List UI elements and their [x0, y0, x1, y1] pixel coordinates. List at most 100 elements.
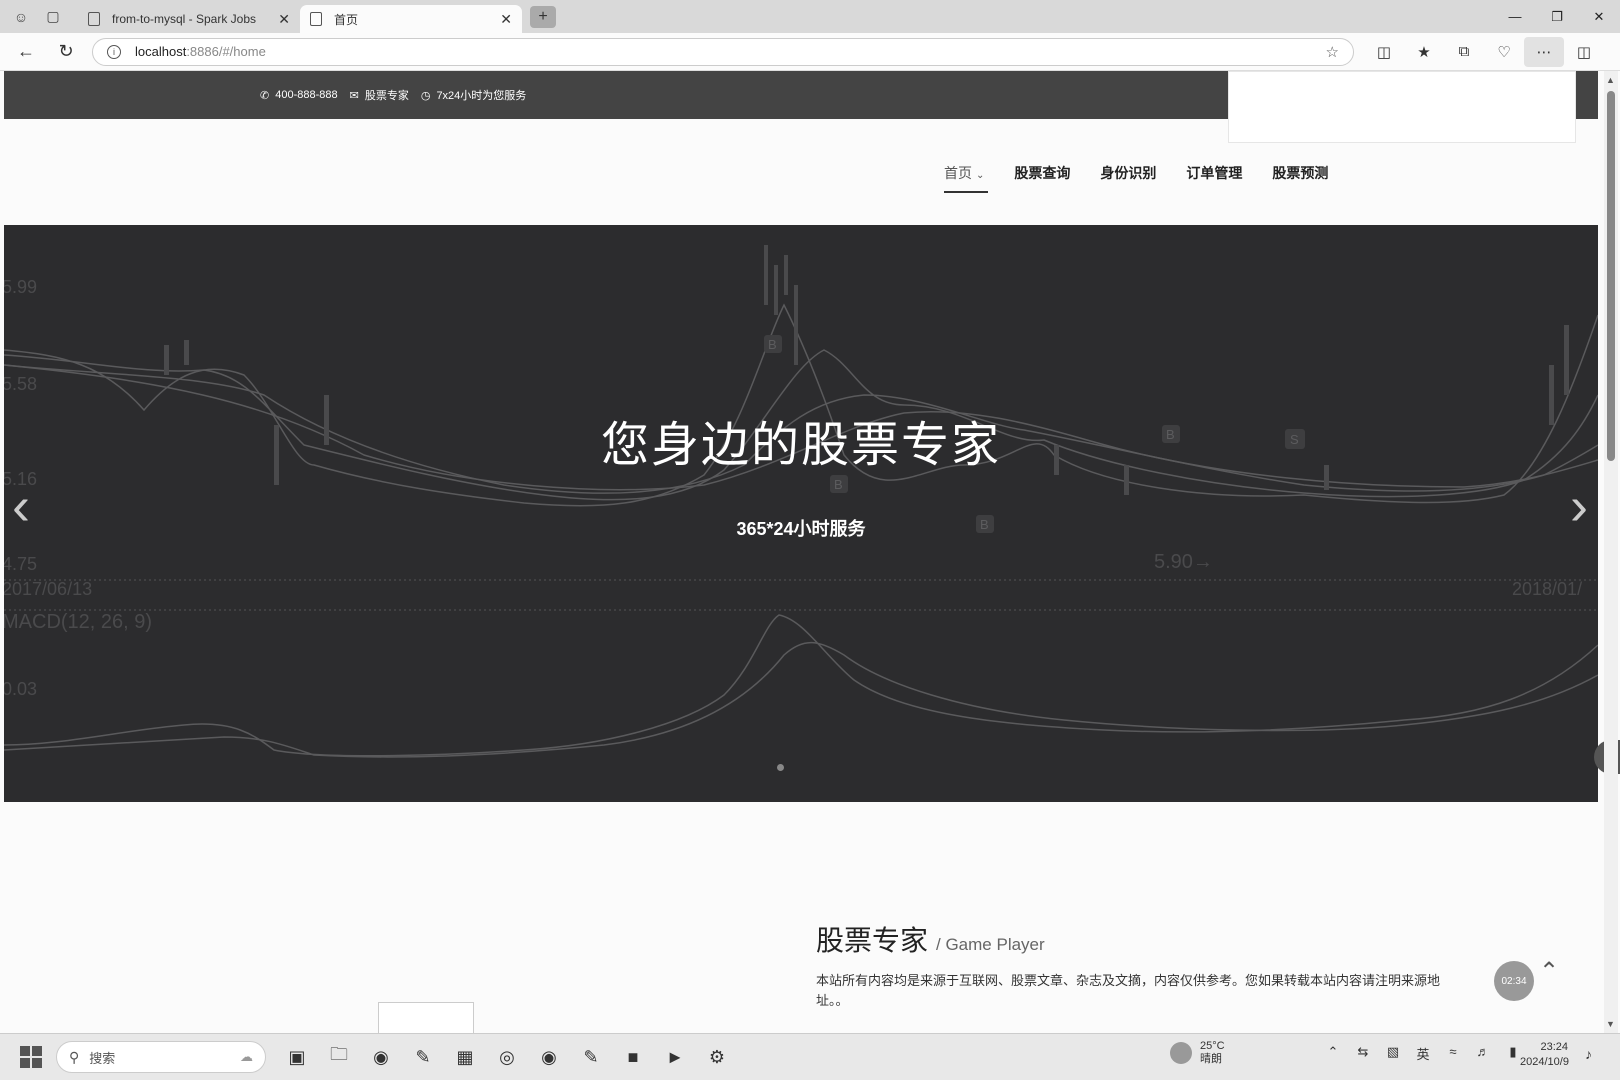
- url-host: localhost: [135, 44, 187, 59]
- chart-date-label: 2017/06/13: [4, 579, 92, 599]
- section-heading: 股票专家 / Game Player: [816, 919, 1045, 959]
- scrollbar-thumb[interactable]: [1607, 91, 1615, 461]
- chevron-up-icon[interactable]: ⌃: [1318, 1044, 1348, 1063]
- back-to-top-icon[interactable]: ⌃: [1539, 957, 1559, 986]
- minimize-icon[interactable]: —: [1494, 0, 1536, 33]
- weather-desc: 晴朗: [1200, 1053, 1222, 1065]
- url-input[interactable]: i localhost :8886/#/home ☆: [92, 37, 1354, 66]
- app-icon[interactable]: ◎: [486, 1039, 528, 1075]
- taskbar-apps: ▣ 🗀 ◉ ✎ ▦ ◎ ◉ ✎ ■ ► ⚙: [276, 1039, 738, 1075]
- chart-arrow-value: 5.90→: [1154, 551, 1213, 573]
- web-page: ✆ 400-888-888 ✉ 股票专家 ◷ 7x24小时为您服务 首页 ⌄ 股票…: [4, 71, 1602, 1033]
- timer-badge: 02:34: [1494, 961, 1534, 1001]
- hero-carousel: 5.99 5.58 5.16 4.75 2017/06/13 2018/01/ …: [4, 225, 1598, 802]
- window-controls: — ❐ ✕: [1494, 0, 1620, 33]
- email-item: ✉ 股票专家: [350, 87, 409, 103]
- split-screen-icon[interactable]: ◫: [1364, 37, 1404, 67]
- address-bar: ← ↻ i localhost :8886/#/home ☆ ◫ ★ ⧉ ♡ ⋯…: [0, 33, 1620, 71]
- carousel-next-icon[interactable]: ›: [1570, 475, 1588, 537]
- app-tray-icon[interactable]: ▧: [1378, 1044, 1408, 1063]
- browser-tab-spark[interactable]: from-to-mysql - Spark Jobs ✕: [78, 5, 300, 33]
- blank-popup-panel: [1228, 71, 1576, 143]
- new-tab-button[interactable]: +: [530, 5, 556, 28]
- extensions-icon[interactable]: ♡: [1484, 37, 1524, 67]
- chart-date-label: 2018/01/: [1512, 579, 1582, 599]
- close-window-icon[interactable]: ✕: [1578, 0, 1620, 33]
- browser-tab-strip: ☺ ▢ from-to-mysql - Spark Jobs ✕ 首页 ✕ + …: [0, 0, 1620, 33]
- site-info-icon[interactable]: i: [107, 44, 121, 59]
- search-placeholder: 搜索: [89, 1050, 116, 1066]
- tab-title: from-to-mysql - Spark Jobs: [112, 12, 257, 26]
- nav-item-stock-query[interactable]: 股票查询: [1014, 163, 1070, 183]
- ime-indicator[interactable]: 英: [1408, 1044, 1438, 1063]
- app-icon[interactable]: ◉: [528, 1039, 570, 1075]
- scroll-up-icon[interactable]: ▲: [1606, 75, 1615, 85]
- system-tray: ⌃ ⇆ ▧ 英 ≈ ♬ ▮: [1318, 1044, 1528, 1063]
- weather-widget[interactable]: 25°C 晴朗: [1170, 1040, 1225, 1066]
- tab-actions-icon[interactable]: ▢: [42, 6, 64, 28]
- task-view-icon[interactable]: ▣: [276, 1039, 318, 1075]
- page-icon: [310, 12, 322, 26]
- floating-box: [378, 1002, 474, 1033]
- taskbar-clock[interactable]: 23:24 2024/10/9: [1520, 1040, 1569, 1070]
- windows-taskbar: ⚲ 搜索 ☁ ▣ 🗀 ◉ ✎ ▦ ◎ ◉ ✎ ■ ► ⚙ 25°C 晴朗 ⌃ ⇆…: [0, 1033, 1620, 1080]
- profile-icon[interactable]: ☺: [10, 6, 32, 28]
- section-description: 本站所有内容均是来源于互联网、股票文章、杂志及文摘，内容仅供参考。您如果转载本站…: [816, 973, 1441, 1008]
- nav-item-orders[interactable]: 订单管理: [1186, 163, 1242, 183]
- page-scrollbar[interactable]: ▲ ▼: [1604, 71, 1618, 1033]
- chart-price-label: 4.75: [4, 554, 37, 574]
- notification-bell-icon[interactable]: ♪: [1585, 1046, 1592, 1062]
- favorites-icon[interactable]: ★: [1404, 37, 1444, 67]
- settings-icon[interactable]: ⚙: [696, 1039, 738, 1075]
- close-tab-icon[interactable]: ✕: [500, 11, 512, 28]
- section-subtitle: / Game Player: [936, 935, 1045, 954]
- service-hours: 7x24小时为您服务: [436, 90, 527, 102]
- wifi-icon[interactable]: ≈: [1438, 1044, 1468, 1063]
- app-icon[interactable]: ✎: [570, 1039, 612, 1075]
- nav-item-prediction[interactable]: 股票预测: [1272, 163, 1328, 183]
- weather-icon: [1170, 1042, 1192, 1064]
- chart-price-label: 5.58: [4, 374, 37, 394]
- taskbar-search-input[interactable]: ⚲ 搜索 ☁: [56, 1041, 266, 1073]
- weather-temp: 25°C: [1200, 1040, 1225, 1052]
- volume-icon[interactable]: ♬: [1468, 1044, 1498, 1063]
- carousel-indicator[interactable]: [777, 764, 784, 771]
- nav-label: 首页: [944, 165, 972, 181]
- more-options-icon[interactable]: ⋯: [1524, 36, 1564, 67]
- chevron-down-icon: ⌄: [976, 170, 985, 181]
- section-title: 股票专家: [816, 925, 929, 956]
- restore-icon[interactable]: ❐: [1536, 0, 1578, 33]
- phone-icon: ✆: [260, 89, 270, 102]
- network-settings-icon[interactable]: ⇆: [1348, 1044, 1378, 1063]
- clock-time: 23:24: [1540, 1041, 1568, 1053]
- favorite-star-icon[interactable]: ☆: [1326, 43, 1339, 61]
- search-icon: ⚲: [69, 1048, 80, 1065]
- collections-icon[interactable]: ⧉: [1444, 37, 1484, 67]
- app-icon[interactable]: ▦: [444, 1039, 486, 1075]
- nav-item-identity[interactable]: 身份识别: [1100, 163, 1156, 183]
- browser-tab-home[interactable]: 首页 ✕: [300, 5, 522, 33]
- close-tab-icon[interactable]: ✕: [278, 11, 290, 28]
- toolbar-icons: ◫ ★ ⧉ ♡ ⋯ ◫: [1364, 36, 1604, 67]
- chart-marker-b: B: [768, 337, 777, 352]
- phone-number: 400-888-888: [275, 89, 338, 101]
- search-highlight-icon: ☁: [240, 1049, 253, 1064]
- hero-title: 您身边的股票专家: [600, 419, 1001, 472]
- sidebar-icon[interactable]: ◫: [1564, 37, 1604, 67]
- app-icon[interactable]: ✎: [402, 1039, 444, 1075]
- edge-browser-icon[interactable]: ◉: [360, 1039, 402, 1075]
- main-nav: 首页 ⌄ 股票查询 身份识别 订单管理 股票预测: [944, 163, 1358, 193]
- nav-item-home[interactable]: 首页 ⌄: [944, 163, 989, 193]
- start-icon[interactable]: [20, 1046, 42, 1068]
- carousel-prev-icon[interactable]: ‹: [12, 475, 30, 537]
- refresh-icon[interactable]: ↻: [52, 38, 80, 66]
- file-explorer-icon[interactable]: 🗀: [318, 1039, 360, 1075]
- terminal-icon[interactable]: ►: [654, 1039, 696, 1075]
- phone-item: ✆ 400-888-888: [260, 89, 338, 102]
- scroll-down-icon[interactable]: ▼: [1606, 1019, 1615, 1029]
- ide-icon[interactable]: ■: [612, 1039, 654, 1075]
- tab-title: 首页: [334, 12, 359, 27]
- email-label: 股票专家: [364, 90, 409, 102]
- back-icon[interactable]: ←: [12, 38, 40, 66]
- chart-price-label: 5.99: [4, 277, 37, 297]
